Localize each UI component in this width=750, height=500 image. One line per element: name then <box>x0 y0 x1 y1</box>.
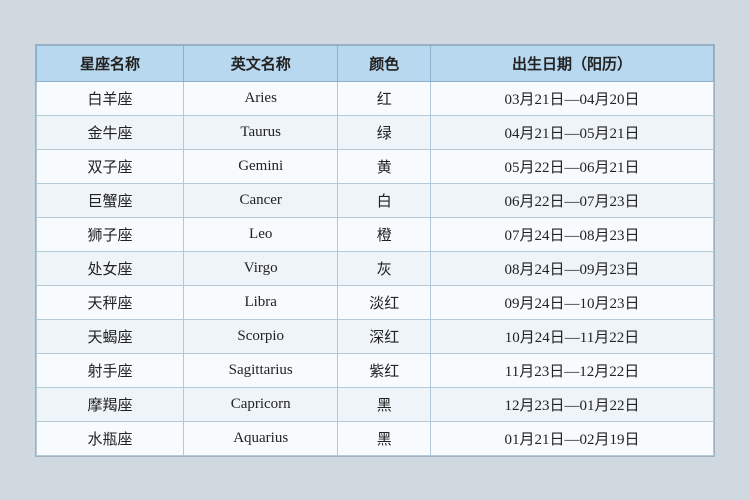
cell-chinese-name: 摩羯座 <box>37 387 184 421</box>
table-header-row: 星座名称 英文名称 颜色 出生日期（阳历） <box>37 45 714 81</box>
cell-color: 绿 <box>338 115 431 149</box>
table-body: 白羊座Aries红03月21日—04月20日金牛座Taurus绿04月21日—0… <box>37 81 714 455</box>
cell-chinese-name: 双子座 <box>37 149 184 183</box>
cell-chinese-name: 射手座 <box>37 353 184 387</box>
cell-english-name: Capricorn <box>183 387 337 421</box>
cell-english-name: Cancer <box>183 183 337 217</box>
cell-dates: 12月23日—01月22日 <box>430 387 713 421</box>
cell-chinese-name: 水瓶座 <box>37 421 184 455</box>
cell-dates: 03月21日—04月20日 <box>430 81 713 115</box>
cell-chinese-name: 处女座 <box>37 251 184 285</box>
cell-dates: 10月24日—11月22日 <box>430 319 713 353</box>
cell-color: 灰 <box>338 251 431 285</box>
cell-chinese-name: 巨蟹座 <box>37 183 184 217</box>
cell-color: 淡红 <box>338 285 431 319</box>
cell-color: 黄 <box>338 149 431 183</box>
cell-english-name: Aquarius <box>183 421 337 455</box>
cell-color: 黑 <box>338 421 431 455</box>
table-row: 巨蟹座Cancer白06月22日—07月23日 <box>37 183 714 217</box>
header-english-name: 英文名称 <box>183 45 337 81</box>
cell-dates: 09月24日—10月23日 <box>430 285 713 319</box>
cell-english-name: Gemini <box>183 149 337 183</box>
cell-english-name: Sagittarius <box>183 353 337 387</box>
cell-color: 紫红 <box>338 353 431 387</box>
table-row: 天秤座Libra淡红09月24日—10月23日 <box>37 285 714 319</box>
cell-dates: 05月22日—06月21日 <box>430 149 713 183</box>
table-row: 水瓶座Aquarius黑01月21日—02月19日 <box>37 421 714 455</box>
cell-english-name: Taurus <box>183 115 337 149</box>
cell-dates: 01月21日—02月19日 <box>430 421 713 455</box>
header-color: 颜色 <box>338 45 431 81</box>
cell-chinese-name: 天秤座 <box>37 285 184 319</box>
table-row: 射手座Sagittarius紫红11月23日—12月22日 <box>37 353 714 387</box>
zodiac-table: 星座名称 英文名称 颜色 出生日期（阳历） 白羊座Aries红03月21日—04… <box>36 45 714 456</box>
cell-english-name: Libra <box>183 285 337 319</box>
cell-english-name: Virgo <box>183 251 337 285</box>
cell-color: 白 <box>338 183 431 217</box>
cell-dates: 11月23日—12月22日 <box>430 353 713 387</box>
table-row: 摩羯座Capricorn黑12月23日—01月22日 <box>37 387 714 421</box>
cell-dates: 08月24日—09月23日 <box>430 251 713 285</box>
cell-dates: 04月21日—05月21日 <box>430 115 713 149</box>
cell-english-name: Scorpio <box>183 319 337 353</box>
cell-color: 橙 <box>338 217 431 251</box>
table-row: 双子座Gemini黄05月22日—06月21日 <box>37 149 714 183</box>
cell-dates: 06月22日—07月23日 <box>430 183 713 217</box>
cell-color: 红 <box>338 81 431 115</box>
table-row: 狮子座Leo橙07月24日—08月23日 <box>37 217 714 251</box>
cell-chinese-name: 狮子座 <box>37 217 184 251</box>
table-row: 处女座Virgo灰08月24日—09月23日 <box>37 251 714 285</box>
cell-color: 深红 <box>338 319 431 353</box>
table-row: 天蝎座Scorpio深红10月24日—11月22日 <box>37 319 714 353</box>
cell-english-name: Leo <box>183 217 337 251</box>
cell-english-name: Aries <box>183 81 337 115</box>
cell-chinese-name: 天蝎座 <box>37 319 184 353</box>
cell-chinese-name: 金牛座 <box>37 115 184 149</box>
cell-dates: 07月24日—08月23日 <box>430 217 713 251</box>
table-row: 白羊座Aries红03月21日—04月20日 <box>37 81 714 115</box>
table-row: 金牛座Taurus绿04月21日—05月21日 <box>37 115 714 149</box>
header-dates: 出生日期（阳历） <box>430 45 713 81</box>
header-chinese-name: 星座名称 <box>37 45 184 81</box>
zodiac-table-container: 星座名称 英文名称 颜色 出生日期（阳历） 白羊座Aries红03月21日—04… <box>35 44 715 457</box>
cell-chinese-name: 白羊座 <box>37 81 184 115</box>
cell-color: 黑 <box>338 387 431 421</box>
